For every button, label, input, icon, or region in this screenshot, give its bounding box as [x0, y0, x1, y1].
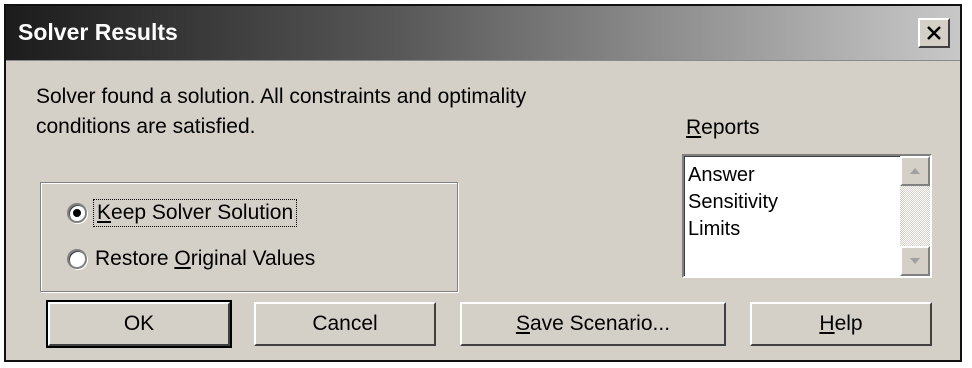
result-message: Solver found a solution. All constraints… [36, 82, 656, 142]
help-button[interactable]: Help [750, 302, 932, 346]
radio-selected-dot [73, 209, 81, 217]
radio-restore-original-values[interactable]: Restore Original Values [67, 247, 315, 271]
solver-results-dialog: Solver Results Solver found a solution. … [4, 4, 962, 362]
radio-button-restore[interactable] [67, 249, 87, 269]
arrow-up-icon [910, 168, 920, 174]
radio-label-keep: Keep Solver Solution [92, 199, 298, 227]
result-message-line-2: conditions are satisfied. [36, 115, 256, 138]
result-message-line-1: Solver found a solution. All constraints… [36, 85, 527, 108]
close-icon [927, 26, 941, 40]
solution-option-group: Keep Solver Solution Restore Original Va… [40, 182, 458, 292]
scroll-down-button[interactable] [900, 246, 930, 276]
arrow-down-icon [910, 258, 920, 264]
save-scenario-button[interactable]: Save Scenario... [460, 302, 726, 346]
radio-button-keep[interactable] [67, 203, 87, 223]
title-bar[interactable]: Solver Results [6, 6, 960, 61]
scroll-up-button[interactable] [900, 156, 930, 186]
radio-keep-solver-solution[interactable]: Keep Solver Solution [67, 199, 298, 227]
dialog-title: Solver Results [18, 19, 178, 45]
list-item[interactable]: Sensitivity [688, 189, 778, 216]
ok-button[interactable]: OK [46, 300, 232, 348]
list-item[interactable]: Answer [688, 162, 778, 189]
reports-listbox[interactable]: Answer Sensitivity Limits [682, 154, 932, 278]
close-button[interactable] [918, 18, 950, 48]
radio-label-restore: Restore Original Values [95, 247, 316, 270]
list-item[interactable]: Limits [688, 216, 778, 243]
reports-scrollbar[interactable] [900, 156, 930, 276]
cancel-button[interactable]: Cancel [254, 302, 436, 346]
reports-label: Reports [686, 116, 760, 139]
